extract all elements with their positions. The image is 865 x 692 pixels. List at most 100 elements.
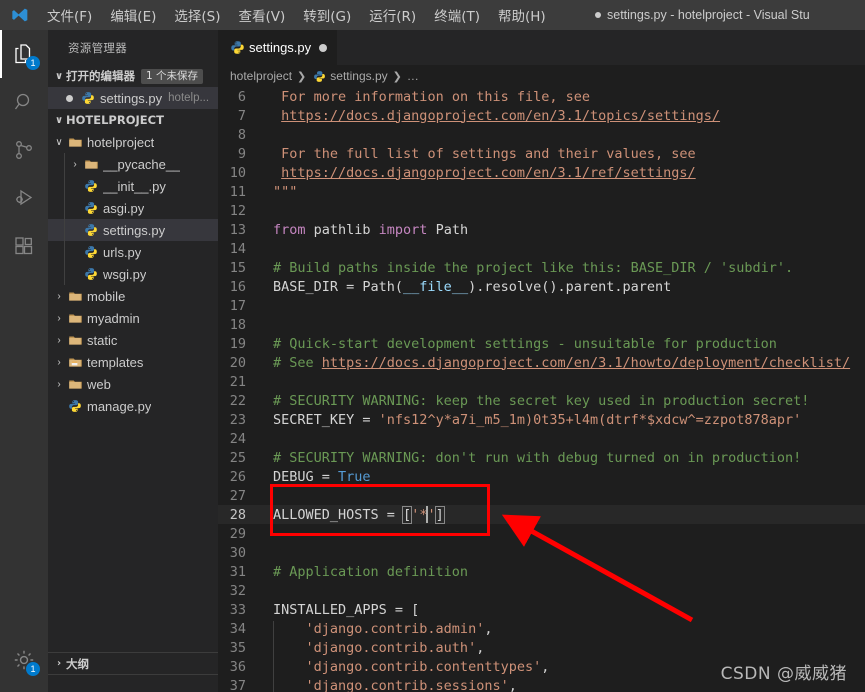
open-editor-item-settings-py[interactable]: settings.py hotelp... [48,87,218,109]
code-line[interactable]: 16 BASE_DIR = Path(__file__).resolve().pa… [218,277,865,296]
window-title: settings.py - hotelproject - Visual Stu [595,0,810,30]
code-line[interactable]: 34 'django.contrib.admin', [218,619,865,640]
line-number: 6 [237,88,246,105]
code-line[interactable]: 10 https://docs.djangoproject.com/en/3.1… [218,163,865,182]
chevron-down-icon[interactable]: ∨ [52,137,66,148]
tree-item-asgi-py[interactable]: asgi.py [48,197,218,219]
line-number: 28 [229,506,246,523]
code-line[interactable]: 9 For the full list of settings and thei… [218,144,865,163]
code-line[interactable]: 12 [218,201,865,220]
activity-item-extensions[interactable] [0,222,48,270]
tree-item-web[interactable]: › web [48,373,218,395]
tree-item-myadmin[interactable]: › myadmin [48,307,218,329]
project-root-header[interactable]: ∨ HOTELPROJECT [48,109,218,131]
chevron-right-icon[interactable]: › [52,379,66,390]
menu-file[interactable]: 文件(F) [38,2,101,28]
menu-go[interactable]: 转到(G) [294,2,360,28]
timeline-panel-partial[interactable] [48,674,218,692]
activity-item-run-and-debug[interactable] [0,174,48,222]
code-token: ] [434,506,445,524]
code-line[interactable]: 19 # Quick-start development settings - u… [218,334,865,353]
code-line[interactable]: 13 from pathlib import Path [218,220,865,239]
code-line[interactable]: 29 [218,524,865,543]
menu-run[interactable]: 运行(R) [360,2,425,28]
tab-dirty-icon[interactable] [319,43,328,52]
code-line[interactable]: 28 ALLOWED_HOSTS = ['*'] [218,505,865,524]
tree-item-label: templates [87,354,144,370]
code-token: 'nfs12^y*a7i_m5_1m)0t35+l4m(dtrf*$xdcw^=… [378,411,802,428]
code-text: 'django.contrib.contenttypes', [260,658,549,678]
menu-help[interactable]: 帮助(H) [489,2,555,28]
code-line[interactable]: 25 # SECURITY WARNING: don't run with deb… [218,448,865,467]
docstring-pad [273,146,281,162]
code-line[interactable]: 11 """ [218,182,865,201]
code-line[interactable]: 15 # Build paths inside the project like … [218,258,865,277]
chevron-right-icon: › [56,658,62,669]
folder-icon [66,311,84,326]
tree-item-wsgi-py[interactable]: wsgi.py [48,263,218,285]
code-line[interactable]: 31 # Application definition [218,562,865,581]
tree-item-static[interactable]: › static [48,329,218,351]
tree-item-hotelproject[interactable]: ∨ hotelproject [48,131,218,153]
tree-item-manage-py[interactable]: manage.py [48,395,218,417]
code-line[interactable]: 17 [218,296,865,315]
code-line[interactable]: 8 [218,125,865,144]
menu-bar[interactable]: 文件(F) 编辑(E) 选择(S) 查看(V) 转到(G) 运行(R) 终端(T… [38,2,555,28]
code-line[interactable]: 30 [218,543,865,562]
tree-item-urls-py[interactable]: urls.py [48,241,218,263]
tree-item-mobile[interactable]: › mobile [48,285,218,307]
code-text: https://docs.djangoproject.com/en/3.1/re… [260,165,696,181]
title-bar: 文件(F) 编辑(E) 选择(S) 查看(V) 转到(G) 运行(R) 终端(T… [0,0,865,30]
code-editor[interactable]: 6 For more information on this file, see… [218,87,865,692]
breadcrumb-item-file[interactable]: settings.py [330,69,387,83]
code-line[interactable]: 22 # SECURITY WARNING: keep the secret ke… [218,391,865,410]
python-icon [79,91,97,105]
activity-bar: 1 1 [0,30,48,692]
menu-selection[interactable]: 选择(S) [165,2,229,28]
activity-item-source-control[interactable] [0,126,48,174]
code-line[interactable]: 24 [218,429,865,448]
menu-terminal[interactable]: 终端(T) [425,2,489,28]
tree-item-settings-py[interactable]: settings.py [48,219,218,241]
dirty-dot-icon [66,94,73,102]
code-line[interactable]: 32 [218,581,865,600]
code-line[interactable]: 18 [218,315,865,334]
code-token: BASE_DIR = Path( [273,278,404,295]
code-line[interactable]: 7 https://docs.djangoproject.com/en/3.1/… [218,106,865,125]
code-token: https://docs.djangoproject.com/en/3.1/re… [281,164,696,181]
code-line[interactable]: 26 DEBUG = True [218,467,865,486]
chevron-right-icon[interactable]: › [52,335,66,346]
code-token: For the full list of settings and their … [281,145,696,162]
line-number: 30 [229,544,246,561]
tree-item-pycache[interactable]: › __pycache__ [48,153,218,175]
chevron-right-icon[interactable]: › [52,313,66,324]
code-line[interactable]: 20 # See https://docs.djangoproject.com/e… [218,353,865,372]
tree-item-init-py[interactable]: __init__.py [48,175,218,197]
breadcrumb-item-symbol[interactable]: … [407,69,419,83]
line-number: 21 [229,373,246,390]
code-line[interactable]: 6 For more information on this file, see [218,87,865,106]
tab-settings-py[interactable]: settings.py [218,30,339,65]
tree-item-templates[interactable]: › templates [48,351,218,373]
activity-item-manage[interactable]: 1 [0,636,48,684]
menu-view[interactable]: 查看(V) [230,2,295,28]
code-line[interactable]: 14 [218,239,865,258]
chevron-right-icon[interactable]: › [68,159,82,170]
breadcrumb-item-folder[interactable]: hotelproject [230,69,292,83]
code-line[interactable]: 23 SECRET_KEY = 'nfs12^y*a7i_m5_1m)0t35+l… [218,410,865,429]
open-editors-header[interactable]: ∨ 打开的编辑器 1 个未保存 [48,65,218,87]
chevron-right-icon[interactable]: › [52,291,66,302]
code-line[interactable]: 27 [218,486,865,505]
outline-header[interactable]: › 大纲 [48,652,218,674]
folder-open-icon [66,135,84,150]
activity-item-search[interactable] [0,78,48,126]
activity-item-explorer[interactable]: 1 [0,30,48,78]
code-line[interactable]: 33 INSTALLED_APPS = [ [218,600,865,619]
code-line[interactable]: 35 'django.contrib.auth', [218,638,865,659]
line-number: 13 [229,221,246,238]
explorer-sidebar: 资源管理器 ∨ 打开的编辑器 1 个未保存 settings.py hotelp… [48,30,218,692]
menu-edit[interactable]: 编辑(E) [101,2,165,28]
chevron-right-icon[interactable]: › [52,357,66,368]
code-line[interactable]: 21 [218,372,865,391]
code-token: https://docs.djangoproject.com/en/3.1/ho… [321,354,851,371]
